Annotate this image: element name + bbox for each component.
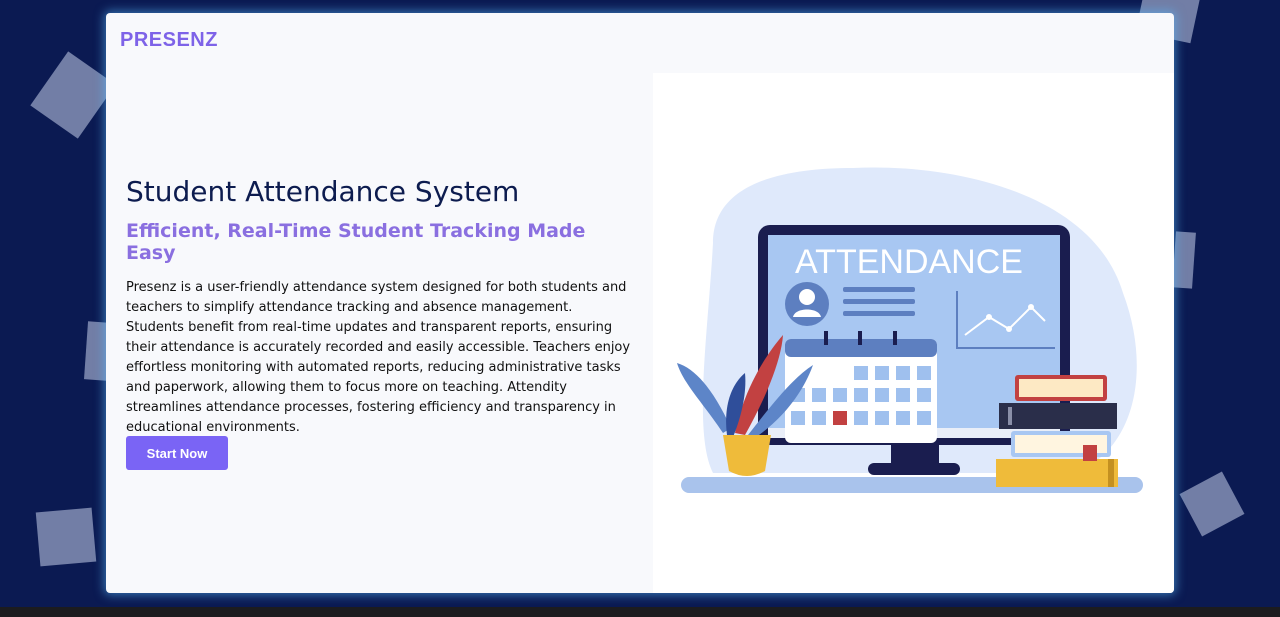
page-title: Student Attendance System	[126, 175, 520, 208]
bg-decor-square	[35, 507, 97, 567]
hero-card: PRESENZ Student Attendance System Effici…	[106, 13, 1174, 593]
start-now-button[interactable]: Start Now	[126, 436, 228, 470]
bg-decor-square	[1179, 471, 1245, 537]
brand-logo[interactable]: PRESENZ	[120, 29, 218, 52]
attendance-illustration-svg: ATTENDANCE	[677, 167, 1143, 493]
hero-text: Student Attendance System Efficient, Rea…	[126, 175, 631, 438]
bg-decor-square	[30, 51, 116, 139]
attendance-illustration: ATTENDANCE	[653, 73, 1174, 593]
hero-description: Presenz is a user-friendly attendance sy…	[126, 280, 631, 435]
user-icon	[785, 282, 829, 326]
page-subtitle: Efficient, Real-Time Student Tracking Ma…	[126, 220, 586, 264]
bg-decor-square	[1172, 231, 1196, 289]
screen-heading: ATTENDANCE	[795, 243, 1023, 281]
calendar-icon	[785, 331, 937, 443]
os-taskbar	[0, 607, 1280, 617]
